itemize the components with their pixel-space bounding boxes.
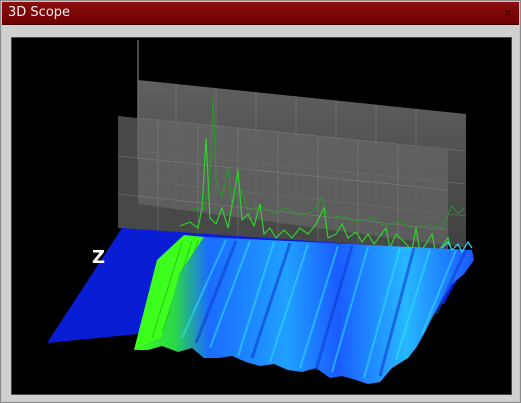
- title-bar[interactable]: 3D Scope x: [2, 2, 519, 25]
- z-axis-label: Z: [92, 247, 106, 268]
- scope-3d-plot: [47, 40, 474, 384]
- client-area: Z: [2, 25, 519, 401]
- close-button[interactable]: x: [501, 6, 515, 20]
- scope-window: 3D Scope x Z: [0, 0, 521, 403]
- scope-3d-viewport[interactable]: Z: [11, 37, 512, 395]
- window-title: 3D Scope: [8, 5, 71, 20]
